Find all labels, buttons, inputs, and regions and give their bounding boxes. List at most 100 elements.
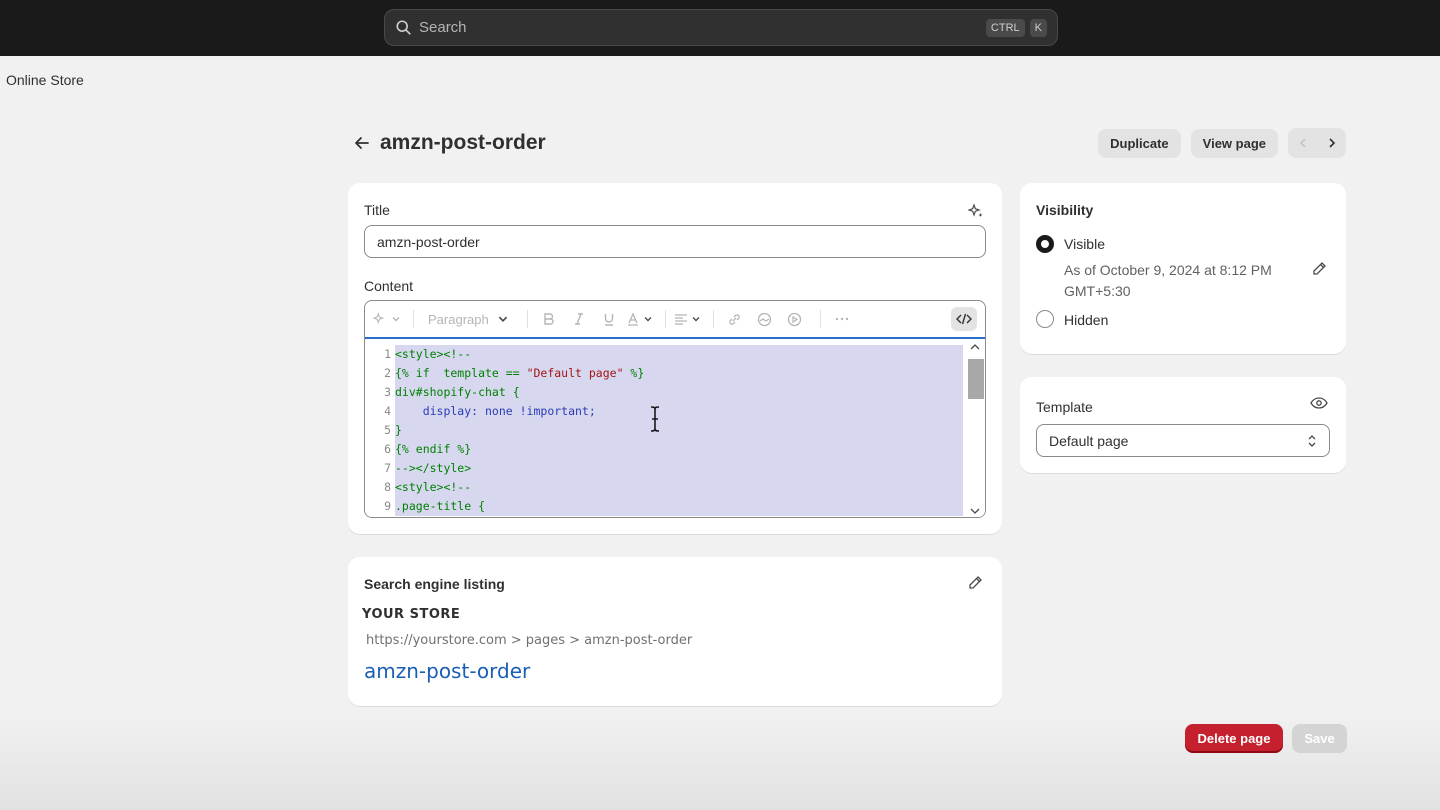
sparkle-icon <box>373 312 385 325</box>
code-line[interactable]: <style><!-- <box>395 345 963 364</box>
code-lines[interactable]: <style><!-- {% if template == "Default pa… <box>395 345 963 516</box>
code-line[interactable]: {% if template == "Default page" %} <box>395 364 963 383</box>
line-numbers: 1 2 3 4 5 6 7 8 9 <box>365 345 391 516</box>
visible-timezone: GMT+5:30 <box>1064 283 1131 299</box>
visible-radio[interactable] <box>1036 235 1054 253</box>
title-label: Title <box>364 202 390 218</box>
seo-url: https://yourstore.com > pages > amzn-pos… <box>366 633 693 648</box>
code-line[interactable]: .page-title { <box>395 497 963 516</box>
edit-pencil-icon[interactable] <box>967 575 983 591</box>
code-line[interactable]: div#shopify-chat { <box>395 383 963 402</box>
chevron-left-icon <box>1299 138 1306 148</box>
link-button[interactable] <box>722 306 748 332</box>
line-number: 4 <box>384 404 391 418</box>
line-number: 3 <box>384 385 391 399</box>
ai-sparkle-dropdown[interactable] <box>373 306 401 332</box>
line-number: 2 <box>384 366 391 380</box>
underline-icon <box>604 314 613 326</box>
seo-link-title[interactable]: amzn-post-order <box>364 659 530 683</box>
text-color-icon <box>627 312 638 326</box>
scrollbar-thumb[interactable] <box>968 359 984 399</box>
show-html-button[interactable] <box>951 307 977 331</box>
italic-icon <box>574 313 583 325</box>
edit-pencil-icon[interactable] <box>1311 261 1327 277</box>
paragraph-style-select[interactable]: Paragraph <box>422 306 515 332</box>
underline-button[interactable] <box>596 306 622 332</box>
editor-toolbar: Paragraph <box>365 301 985 339</box>
insert-image-button[interactable] <box>752 306 778 332</box>
search-engine-listing-card: Search engine listing YOUR STORE https:/… <box>348 557 1002 706</box>
title-input[interactable]: amzn-post-order <box>364 225 986 258</box>
sparkle-icon[interactable] <box>968 203 984 219</box>
line-number: 9 <box>384 499 391 513</box>
code-line[interactable]: --></style> <box>395 459 963 478</box>
content-editor: Paragraph 123456789 <style><!-- {% if tem… <box>364 300 986 518</box>
text-cursor-icon <box>650 406 660 432</box>
visibility-card: Visibility Visible As of October 9, 2024… <box>1020 183 1346 354</box>
bold-icon <box>544 313 554 325</box>
page-title: amzn-post-order <box>380 131 546 154</box>
line-number: 5 <box>384 423 391 437</box>
line-number: 7 <box>384 461 391 475</box>
search-input[interactable]: Search CTRL K <box>384 9 1058 46</box>
code-line[interactable]: {% endif %} <box>395 440 963 459</box>
bold-button[interactable] <box>536 306 562 332</box>
page-pager <box>1288 128 1346 158</box>
content-label: Content <box>364 278 414 294</box>
shortcut-k: K <box>1029 18 1047 37</box>
search-icon <box>396 19 411 35</box>
top-bar: Search CTRL K <box>0 0 1440 56</box>
code-line[interactable]: display: none !important; <box>395 402 963 421</box>
chevron-down-icon <box>692 317 700 322</box>
eye-icon[interactable] <box>1310 396 1328 410</box>
previous-page-button[interactable] <box>1288 128 1317 158</box>
code-line[interactable]: <style><!-- <box>395 478 963 497</box>
chevron-down-icon <box>498 316 507 322</box>
play-icon <box>788 312 802 326</box>
hidden-radio[interactable] <box>1036 310 1054 328</box>
paragraph-label: Paragraph <box>428 311 489 327</box>
breadcrumb[interactable]: Online Store <box>6 72 84 88</box>
template-selected-value: Default page <box>1049 432 1129 449</box>
seo-heading: Search engine listing <box>364 576 505 592</box>
arrow-left-icon <box>355 137 369 149</box>
seo-store-name: YOUR STORE <box>362 607 461 622</box>
search-placeholder: Search <box>419 19 467 36</box>
align-left-icon <box>674 314 687 325</box>
more-options-button[interactable] <box>829 306 855 332</box>
template-card: Template Default page <box>1020 377 1346 473</box>
visibility-heading: Visibility <box>1036 202 1094 218</box>
view-page-button[interactable]: View page <box>1190 128 1278 158</box>
scroll-up-icon[interactable] <box>970 343 980 351</box>
page-content-card: Title amzn-post-order Content Paragraph <box>348 183 1002 534</box>
select-arrows-icon <box>1308 434 1316 447</box>
duplicate-button[interactable]: Duplicate <box>1098 128 1181 158</box>
shortcut-ctrl: CTRL <box>985 18 1025 37</box>
html-code-area[interactable]: 123456789 <style><!-- {% if template == "… <box>365 341 985 517</box>
code-line[interactable]: } <box>395 421 963 440</box>
visible-date: As of October 9, 2024 at 8:12 PM <box>1064 262 1272 278</box>
italic-button[interactable] <box>566 306 592 332</box>
more-horizontal-icon <box>835 317 848 321</box>
delete-page-button[interactable]: Delete page <box>1185 724 1283 753</box>
line-number: 8 <box>384 480 391 494</box>
scroll-down-icon[interactable] <box>970 507 980 515</box>
template-heading: Template <box>1036 399 1093 415</box>
template-select[interactable]: Default page <box>1036 424 1330 457</box>
next-page-button[interactable] <box>1317 128 1346 158</box>
visible-label[interactable]: Visible <box>1064 236 1105 252</box>
text-color-button[interactable] <box>626 306 653 332</box>
chevron-right-icon <box>1328 138 1335 148</box>
align-button[interactable] <box>674 306 701 332</box>
chevron-down-icon <box>644 317 652 322</box>
hidden-label[interactable]: Hidden <box>1064 312 1108 328</box>
link-icon <box>729 313 740 325</box>
image-icon <box>758 312 772 326</box>
save-button[interactable]: Save <box>1292 724 1347 753</box>
insert-video-button[interactable] <box>782 306 808 332</box>
back-button[interactable] <box>348 129 376 157</box>
line-number: 1 <box>384 347 391 361</box>
code-scrollbar[interactable] <box>965 341 985 517</box>
chevron-down-icon <box>392 317 400 322</box>
line-number: 6 <box>384 442 391 456</box>
